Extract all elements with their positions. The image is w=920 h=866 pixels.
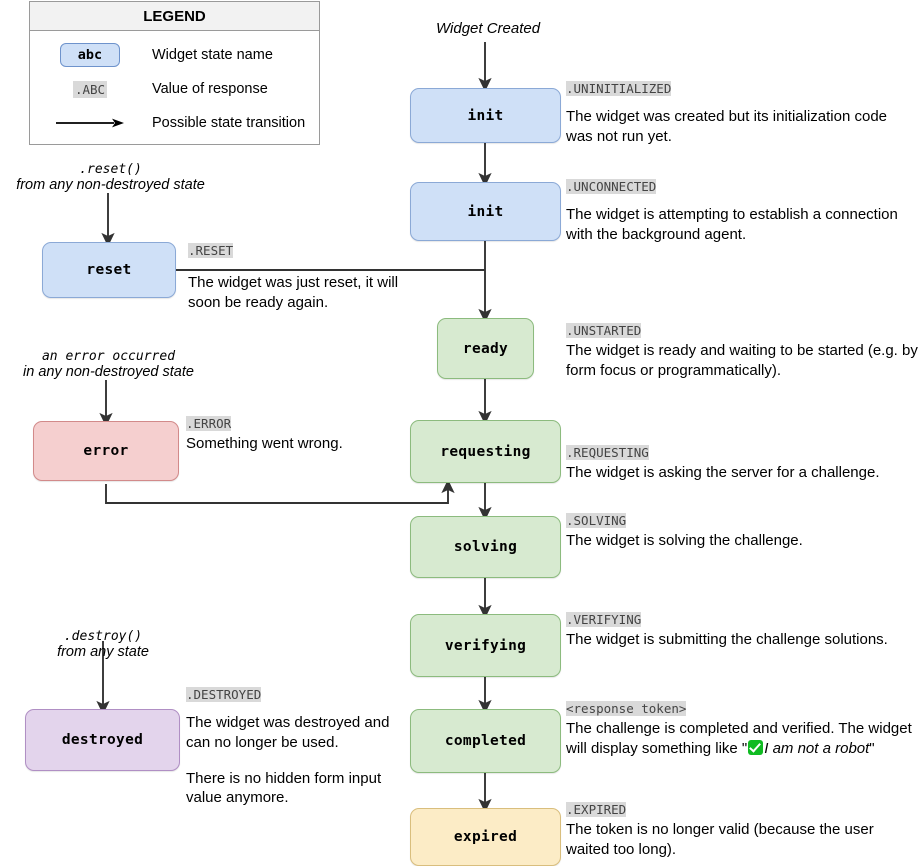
annotation-init-unconnected: .UNCONNECTED The widget is attempting to… <box>566 178 918 245</box>
state-node-completed[interactable]: completed <box>410 709 561 773</box>
trigger-destroy: .destroy() from any state <box>3 629 203 660</box>
state-description-secondary: There is no hidden form input value anym… <box>186 769 382 807</box>
state-label: init <box>467 203 504 220</box>
annotation-ready: .UNSTARTED The widget is ready and waiti… <box>566 322 918 381</box>
state-label: ready <box>462 340 509 357</box>
trigger-reset-scope: from any non-destroyed state <box>16 177 205 193</box>
state-description: The widget was destroyed and can no long… <box>186 714 390 751</box>
state-description: The widget is attempting to establish a … <box>566 206 898 243</box>
white-check-mark-icon <box>748 739 764 755</box>
state-node-expired[interactable]: expired <box>410 808 561 866</box>
state-node-verifying[interactable]: verifying <box>410 614 561 677</box>
state-label: expired <box>453 829 518 845</box>
state-node-requesting[interactable]: requesting <box>410 420 561 483</box>
legend-value-tag: .ABC <box>72 80 108 98</box>
state-label: error <box>83 443 129 459</box>
annotation-error: .ERROR Something went wrong. <box>186 415 416 454</box>
state-node-reset[interactable]: reset <box>42 242 176 298</box>
trigger-destroy-scope: from any state <box>57 644 149 660</box>
state-description: Something went wrong. <box>186 435 343 452</box>
state-node-error[interactable]: error <box>33 421 179 481</box>
state-description-italic: I am not a robot <box>764 739 870 757</box>
annotation-destroyed: .DESTROYED The widget was destroyed and … <box>186 686 391 808</box>
legend-panel: LEGEND abc Widget state name .ABC Value … <box>29 1 320 145</box>
state-description: The widget is solving the challenge. <box>566 532 803 549</box>
response-value-tag: .RESET <box>188 243 234 258</box>
legend-body: abc Widget state name .ABC Value of resp… <box>30 31 319 140</box>
annotation-init-uninitialized: .UNINITIALIZED The widget was created bu… <box>566 80 916 147</box>
legend-key-transition <box>40 117 140 129</box>
response-value-tag: .REQUESTING <box>566 445 649 460</box>
state-description: The token is no longer valid (because th… <box>566 821 874 858</box>
state-node-solving[interactable]: solving <box>410 516 561 578</box>
state-description: The challenge is completed and verified.… <box>566 719 918 759</box>
annotation-expired: .EXPIRED The token is no longer valid (b… <box>566 801 918 860</box>
trigger-error-scope: in any non-destroyed state <box>23 364 194 380</box>
trigger-error: an error occurred in any non-destroyed s… <box>6 349 211 380</box>
trigger-reset: .reset() from any non-destroyed state <box>8 162 213 193</box>
state-node-init-unconnected[interactable]: init <box>410 182 561 241</box>
legend-key-state: abc <box>40 43 140 67</box>
response-value-tag: .UNCONNECTED <box>566 179 657 194</box>
state-label: destroyed <box>61 732 144 748</box>
trigger-error-call: an error occurred <box>41 349 176 364</box>
state-description: The widget is ready and waiting to be st… <box>566 342 918 379</box>
legend-state-chip: abc <box>60 43 120 67</box>
state-description-after: " <box>869 739 875 757</box>
state-description: The widget is asking the server for a ch… <box>566 464 880 481</box>
annotation-solving: .SOLVING The widget is solving the chall… <box>566 512 918 551</box>
response-value-tag: .UNINITIALIZED <box>566 81 672 96</box>
state-label: solving <box>453 539 518 555</box>
legend-row-state: abc Widget state name <box>30 38 319 72</box>
response-value-tag: .DESTROYED <box>186 687 262 702</box>
legend-row-value: .ABC Value of response <box>30 72 319 106</box>
response-value-tag: .VERIFYING <box>566 612 642 627</box>
state-description: The widget was just reset, it will soon … <box>188 274 399 311</box>
arrow-icon <box>56 118 124 128</box>
annotation-reset: .RESET The widget was just reset, it wil… <box>188 242 413 313</box>
state-node-destroyed[interactable]: destroyed <box>25 709 180 771</box>
annotation-completed: <response token> The challenge is comple… <box>566 700 918 759</box>
state-node-ready[interactable]: ready <box>437 318 534 379</box>
entry-label-widget-created: Widget Created <box>436 20 541 37</box>
state-node-init-uninitialized[interactable]: init <box>410 88 561 143</box>
legend-title: LEGEND <box>30 2 319 31</box>
annotation-requesting: .REQUESTING The widget is asking the ser… <box>566 444 918 483</box>
response-value-tag: <response token> <box>566 701 687 716</box>
state-label: init <box>467 107 504 124</box>
trigger-destroy-call: .destroy() <box>63 629 143 644</box>
response-value-tag: .EXPIRED <box>566 802 627 817</box>
state-label: requesting <box>440 443 531 460</box>
legend-label-transition: Possible state transition <box>152 115 306 131</box>
response-value-tag: .UNSTARTED <box>566 323 642 338</box>
legend-key-value: .ABC <box>40 80 140 98</box>
state-description: The widget was created but its initializ… <box>566 108 888 145</box>
legend-row-transition: Possible state transition <box>30 106 319 140</box>
state-diagram: LEGEND abc Widget state name .ABC Value … <box>0 0 920 866</box>
response-value-tag: .ERROR <box>186 416 232 431</box>
state-label: verifying <box>444 637 527 654</box>
legend-label-value: Value of response <box>152 81 268 97</box>
trigger-reset-call: .reset() <box>79 162 142 177</box>
response-value-tag: .SOLVING <box>566 513 627 528</box>
state-label: reset <box>86 262 132 278</box>
state-description: The widget is submitting the challenge s… <box>566 631 888 648</box>
state-label: completed <box>444 733 527 749</box>
annotation-verifying: .VERIFYING The widget is submitting the … <box>566 611 918 650</box>
legend-label-state: Widget state name <box>152 47 273 63</box>
